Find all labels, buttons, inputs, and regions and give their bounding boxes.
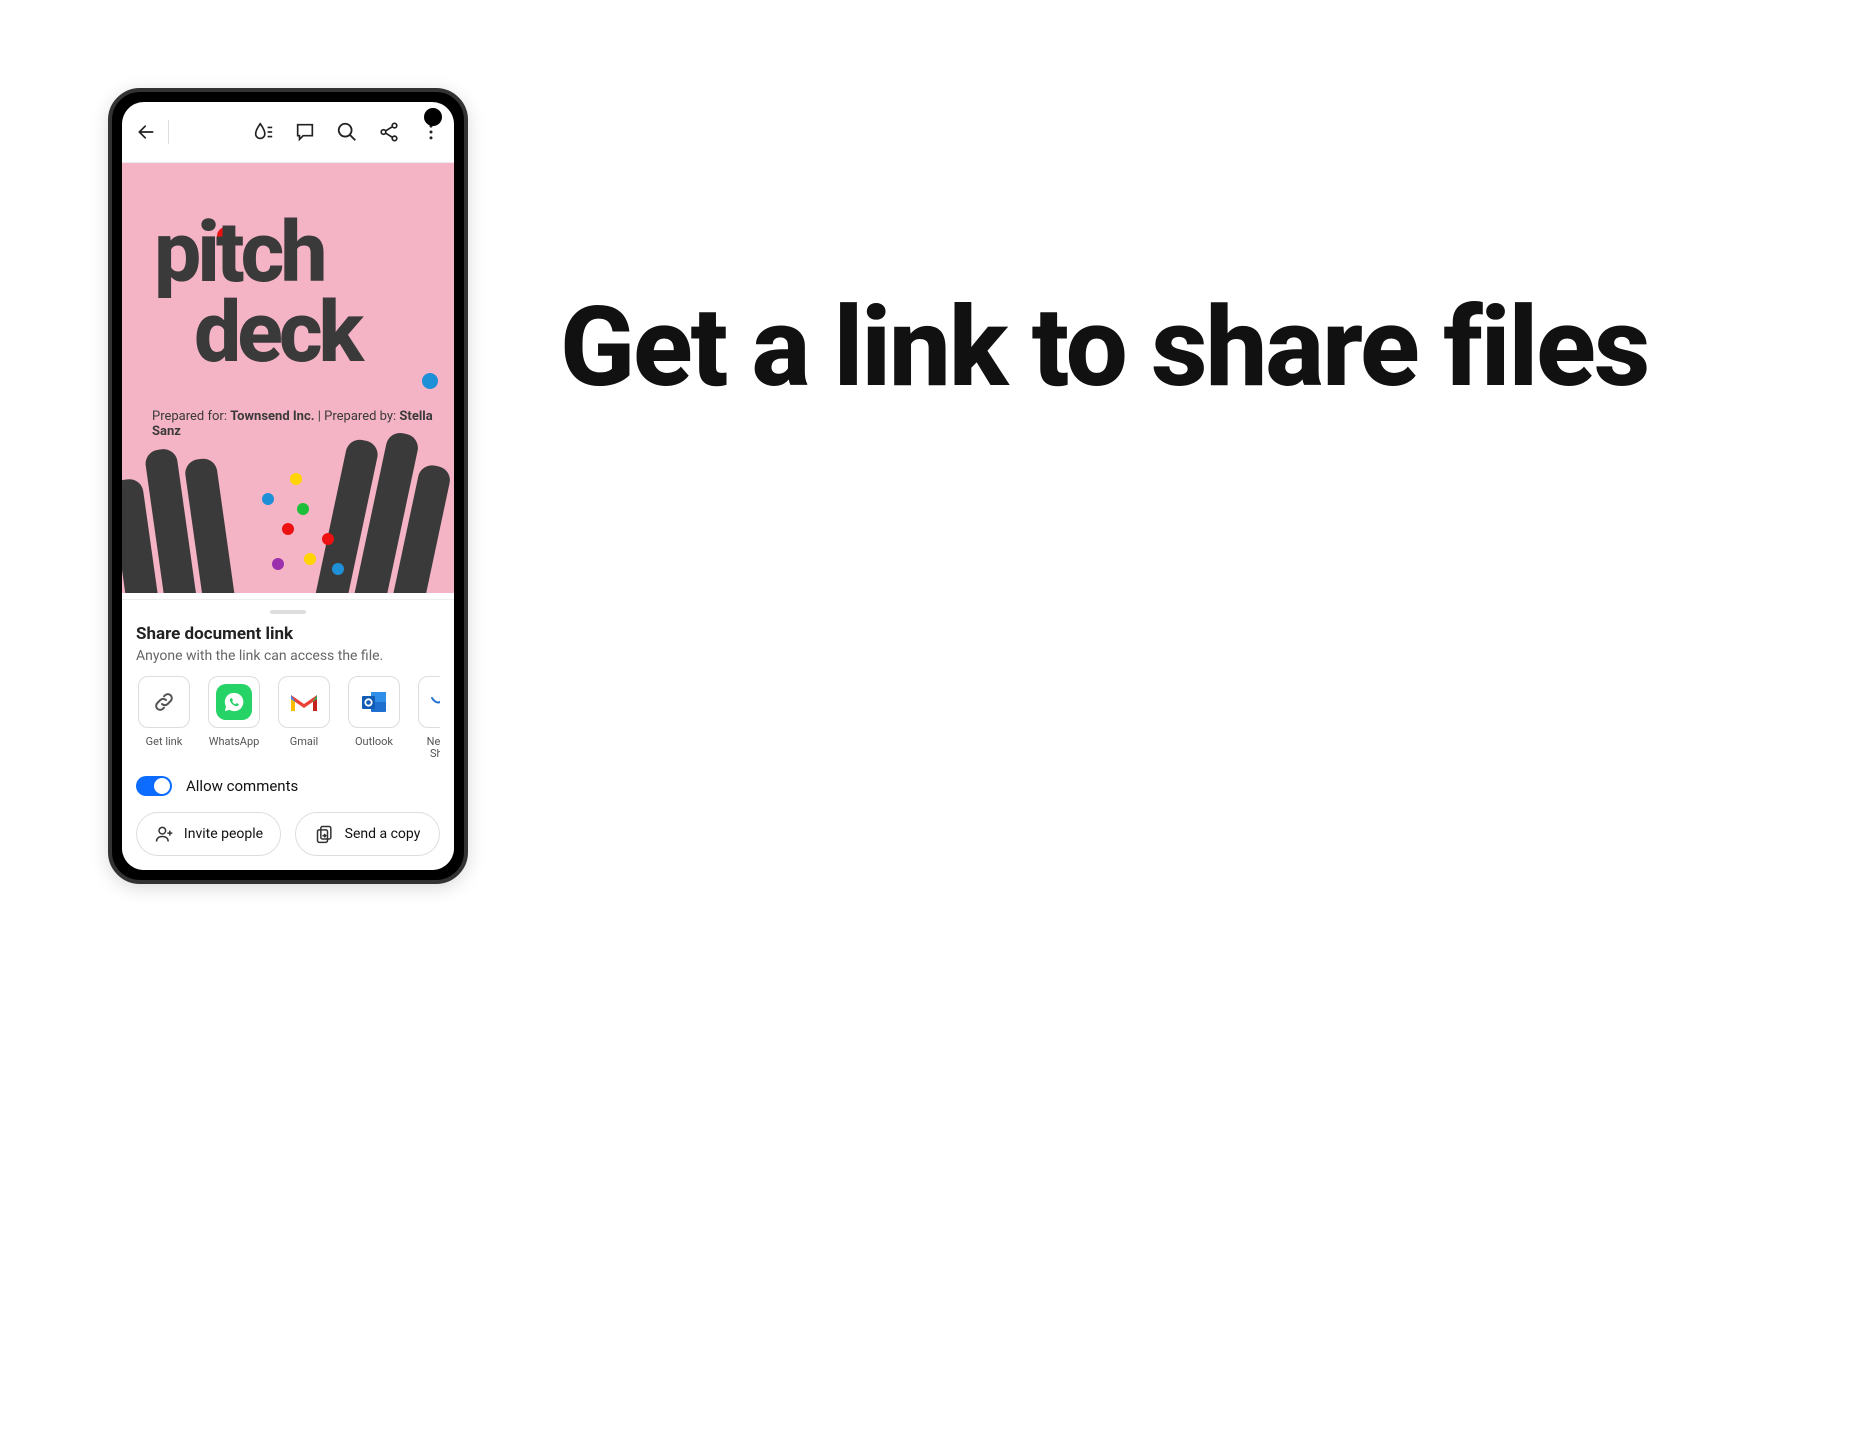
send-copy-button[interactable]: Send a copy — [295, 812, 440, 856]
share-app-label: Nearby Share — [416, 736, 440, 760]
link-icon — [152, 690, 176, 714]
confetti-dot — [322, 533, 334, 545]
back-icon — [136, 122, 156, 142]
share-apps-row[interactable]: Get link WhatsApp — [136, 676, 440, 760]
share-sheet-subtitle: Anyone with the link can access the file… — [136, 648, 440, 664]
title-accent-dot-blue — [422, 373, 438, 389]
promo-headline: Get a link to share files — [560, 290, 1648, 406]
invite-people-icon — [154, 824, 174, 844]
share-app-outlook[interactable]: Outlook — [346, 676, 402, 760]
share-app-whatsapp[interactable]: WhatsApp — [206, 676, 262, 760]
search-icon — [336, 121, 358, 143]
document-preview[interactable]: pitch deck Prepared for: Townsend Inc. |… — [122, 163, 454, 593]
whatsapp-icon — [216, 684, 252, 720]
comment-icon — [294, 121, 316, 143]
confetti-dot — [297, 503, 309, 515]
share-app-label: Outlook — [355, 736, 393, 748]
confetti-dot — [282, 523, 294, 535]
document-title-line2: deck — [194, 299, 360, 366]
share-sheet: Share document link Anyone with the link… — [122, 599, 454, 870]
comment-button[interactable] — [294, 121, 316, 143]
confetti-dot — [262, 493, 274, 505]
confetti-dot — [290, 473, 302, 485]
invite-people-label: Invite people — [184, 826, 263, 842]
share-app-nearby[interactable]: Nearby Share — [416, 676, 440, 760]
toolbar-separator — [168, 120, 169, 144]
allow-comments-label: Allow comments — [186, 777, 298, 795]
promo-stage: Get a link to share files — [0, 0, 1867, 1440]
confetti-dot — [332, 563, 344, 575]
gmail-icon — [289, 691, 319, 713]
invite-people-button[interactable]: Invite people — [136, 812, 281, 856]
share-actions-row: Invite people Send a copy — [136, 812, 440, 856]
share-sheet-title: Share document link — [136, 624, 440, 644]
share-app-get-link[interactable]: Get link — [136, 676, 192, 760]
app-toolbar — [122, 102, 454, 163]
confetti-dot — [272, 558, 284, 570]
document-title-line1: pitch — [154, 219, 324, 286]
liquid-mode-button[interactable] — [252, 121, 274, 143]
share-app-label: Gmail — [290, 736, 318, 748]
search-button[interactable] — [336, 121, 358, 143]
share-app-gmail[interactable]: Gmail — [276, 676, 332, 760]
send-copy-icon — [315, 824, 335, 844]
confetti-dot — [304, 553, 316, 565]
share-button[interactable] — [378, 121, 400, 143]
back-button[interactable] — [134, 120, 158, 144]
prepared-for-value: Townsend Inc. — [230, 409, 314, 424]
nearby-share-icon — [430, 692, 440, 712]
share-icon — [378, 121, 400, 143]
sheet-drag-handle[interactable] — [270, 610, 306, 614]
share-app-label: Get link — [146, 736, 183, 748]
allow-comments-toggle[interactable] — [136, 776, 172, 796]
phone-screen: pitch deck Prepared for: Townsend Inc. |… — [122, 102, 454, 870]
outlook-icon — [360, 689, 388, 715]
share-app-label: WhatsApp — [209, 736, 260, 748]
liquid-mode-icon — [252, 121, 274, 143]
allow-comments-row[interactable]: Allow comments — [136, 776, 440, 796]
phone-frame: pitch deck Prepared for: Townsend Inc. |… — [108, 88, 468, 884]
send-copy-label: Send a copy — [345, 826, 421, 842]
phone-camera-punchhole — [424, 108, 442, 126]
